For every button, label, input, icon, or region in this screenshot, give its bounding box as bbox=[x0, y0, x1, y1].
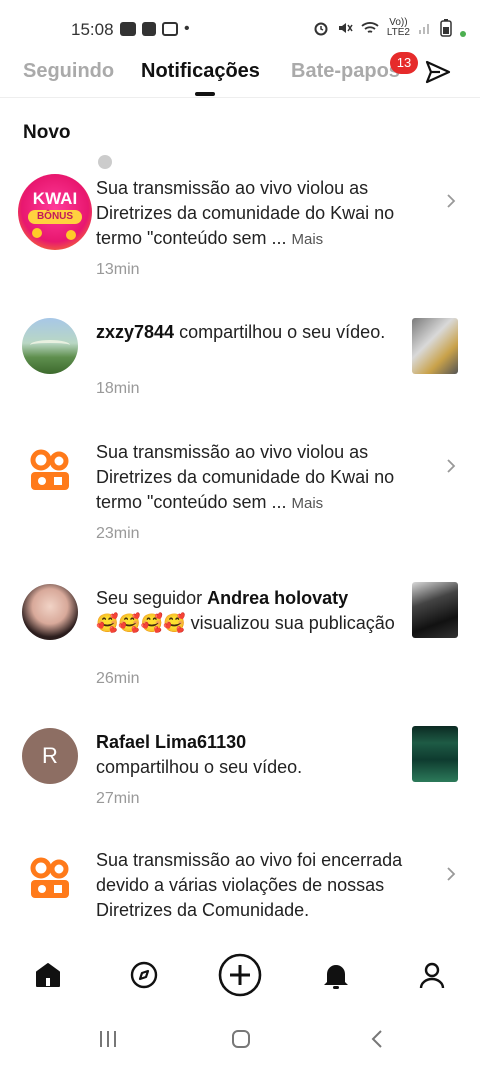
status-notification-icons: • bbox=[120, 20, 190, 38]
media-icon bbox=[162, 22, 178, 36]
notification-text: Rafael Lima61130 compartilhou o seu víde… bbox=[96, 732, 303, 777]
notification-time: 13min bbox=[96, 261, 140, 278]
active-dot bbox=[460, 31, 466, 37]
notification-item[interactable]: zxzy7844 compartilhou o seu vídeo. 18min bbox=[0, 316, 480, 416]
system-nav-bar bbox=[0, 1010, 480, 1066]
notification-text: Sua transmissão ao vivo foi encerrada de… bbox=[96, 850, 403, 920]
chevron-right-icon[interactable] bbox=[444, 867, 458, 881]
username[interactable]: zxzy7844 bbox=[96, 322, 174, 342]
more-link[interactable]: Mais bbox=[292, 231, 324, 248]
alarm-icon bbox=[314, 22, 328, 36]
kwai-logo-icon bbox=[30, 857, 69, 898]
more-notifications-dot: • bbox=[184, 20, 190, 37]
send-icon[interactable] bbox=[424, 58, 452, 86]
notification-item[interactable]: R Rafael Lima61130 compartilhou o seu ví… bbox=[0, 726, 480, 826]
battery-icon bbox=[440, 19, 452, 37]
notification-text: Seu seguidor Andrea holovaty 🥰🥰🥰🥰 visual… bbox=[96, 588, 395, 633]
chat-unread-badge: 13 bbox=[390, 52, 418, 74]
notification-item[interactable]: Seu seguidor Andrea holovaty 🥰🥰🥰🥰 visual… bbox=[0, 582, 480, 692]
active-tab-indicator bbox=[195, 92, 215, 96]
letter-avatar[interactable]: R bbox=[22, 728, 78, 784]
status-time: 15:08 bbox=[71, 20, 114, 39]
avatar-text-bottom: BÔNUS bbox=[28, 210, 82, 224]
username[interactable]: Andrea holovaty bbox=[207, 588, 348, 608]
notification-time: 18min bbox=[96, 380, 140, 397]
notification-item[interactable]: Sua transmissão ao vivo foi encerrada de… bbox=[0, 846, 480, 946]
bridge-shape bbox=[30, 340, 70, 350]
tab-notificacoes[interactable]: Notificações bbox=[141, 60, 260, 83]
wifi-icon bbox=[361, 22, 379, 33]
user-avatar[interactable] bbox=[22, 584, 78, 640]
avatar-text-top: KWAI bbox=[32, 189, 78, 208]
bottom-nav bbox=[0, 948, 480, 1006]
kwai-logo-icon bbox=[30, 449, 69, 490]
coin-icon bbox=[32, 228, 42, 238]
recent-apps-icon[interactable] bbox=[96, 1028, 120, 1050]
username[interactable]: Rafael Lima61130 bbox=[96, 732, 246, 752]
notification-item[interactable]: KWAI BÔNUS Sua transmissão ao vivo violo… bbox=[0, 170, 480, 290]
notification-text: Sua transmissão ao vivo violou as Diretr… bbox=[96, 442, 395, 512]
notification-time: 23min bbox=[96, 525, 140, 542]
kwai-logo-avatar[interactable] bbox=[22, 852, 78, 908]
kwai-logo-avatar[interactable] bbox=[22, 444, 78, 500]
top-tabs: Seguindo Notificações Bate-papos 13 bbox=[0, 52, 480, 98]
home-button-icon[interactable] bbox=[229, 1028, 253, 1050]
message-icon bbox=[142, 22, 156, 36]
notification-time: 27min bbox=[96, 790, 140, 807]
notification-item[interactable]: Sua transmissão ao vivo violou as Diretr… bbox=[0, 438, 480, 558]
video-call-icon bbox=[120, 22, 136, 36]
coin-icon bbox=[66, 230, 76, 240]
back-icon[interactable] bbox=[366, 1028, 390, 1050]
tab-seguindo[interactable]: Seguindo bbox=[23, 60, 114, 83]
unread-dot bbox=[98, 155, 112, 169]
discover-icon[interactable] bbox=[129, 960, 159, 990]
create-icon[interactable] bbox=[217, 952, 263, 998]
status-system-icons: Vo)) LTE2 bbox=[313, 18, 466, 38]
notification-text: zxzy7844 compartilhou o seu vídeo. bbox=[96, 322, 386, 342]
home-icon[interactable] bbox=[33, 960, 63, 990]
notification-text: Sua transmissão ao vivo violou as Diretr… bbox=[96, 178, 395, 248]
video-thumbnail[interactable] bbox=[412, 318, 458, 374]
tab-bate-papos[interactable]: Bate-papos bbox=[291, 60, 400, 83]
emoji-reactions: 🥰🥰🥰🥰 bbox=[96, 613, 186, 633]
chevron-right-icon[interactable] bbox=[444, 459, 458, 473]
chevron-right-icon[interactable] bbox=[444, 194, 458, 208]
more-link[interactable]: Mais bbox=[292, 495, 324, 512]
notification-time: 26min bbox=[96, 670, 140, 687]
mute-icon bbox=[338, 23, 353, 33]
user-avatar[interactable] bbox=[22, 318, 78, 374]
video-thumbnail[interactable] bbox=[412, 582, 458, 638]
signal-icon bbox=[419, 24, 429, 34]
network-label: Vo)) LTE2 bbox=[386, 17, 410, 38]
video-thumbnail[interactable] bbox=[412, 726, 458, 782]
kwai-bonus-avatar[interactable]: KWAI BÔNUS bbox=[18, 174, 92, 250]
section-title: Novo bbox=[23, 122, 71, 143]
status-bar: 15:08 • Vo)) LTE2 bbox=[0, 0, 480, 58]
bell-icon[interactable] bbox=[321, 960, 351, 990]
profile-icon[interactable] bbox=[417, 960, 447, 990]
